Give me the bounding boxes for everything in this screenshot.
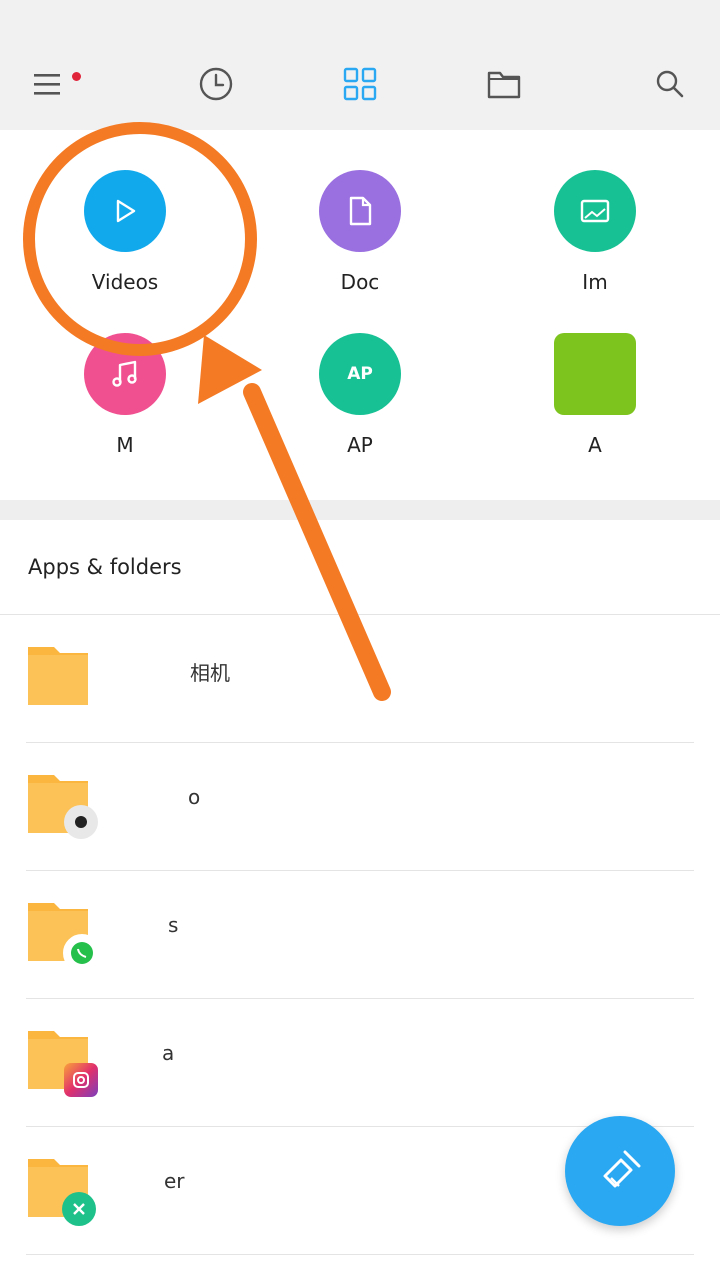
whatsapp-icon — [63, 934, 101, 972]
category-grid: Videos Doc Im M AP AP A — [0, 130, 720, 500]
music-icon — [112, 360, 137, 387]
folder-icon — [28, 647, 88, 705]
document-icon — [349, 196, 372, 226]
category-label: M — [116, 433, 134, 457]
tab-categories[interactable] — [332, 56, 388, 112]
play-icon — [116, 199, 136, 223]
apk-icon-text: AP — [347, 364, 373, 384]
category-documents[interactable]: Doc — [260, 170, 460, 294]
category-label: Doc — [340, 270, 380, 294]
folder-name: s — [168, 913, 179, 937]
archive-icon — [554, 333, 636, 415]
folder-name: 相机 — [190, 661, 230, 685]
folder-row[interactable]: a — [0, 999, 720, 1127]
categories-grid-icon — [343, 67, 377, 101]
category-videos[interactable]: Videos — [25, 170, 225, 294]
tab-recent[interactable] — [188, 56, 244, 112]
section-title: Apps & folders — [28, 555, 182, 579]
category-archives[interactable]: A — [495, 333, 695, 457]
clean-fab-button[interactable] — [565, 1116, 675, 1226]
category-apk[interactable]: AP AP — [260, 333, 460, 457]
brush-icon — [603, 1150, 641, 1188]
folder-row[interactable]: o — [0, 743, 720, 871]
folder-row[interactable]: s — [0, 871, 720, 999]
section-divider — [0, 500, 720, 520]
row-divider — [26, 1254, 694, 1255]
clean-icon — [62, 1192, 96, 1226]
category-music[interactable]: M — [25, 333, 225, 457]
apk-icon: AP — [319, 333, 401, 415]
tab-files[interactable] — [476, 56, 532, 112]
folder-row[interactable]: 相机 — [0, 615, 720, 743]
menu-icon — [34, 74, 60, 95]
folder-name: a — [162, 1041, 175, 1065]
menu-button[interactable] — [20, 56, 76, 112]
category-label: Videos — [91, 270, 159, 294]
search-button[interactable] — [642, 56, 698, 112]
instagram-icon — [64, 1063, 98, 1097]
documents-category-icon — [319, 170, 401, 252]
music-category-icon — [84, 333, 166, 415]
folder-name: er — [164, 1169, 185, 1193]
category-images[interactable]: Im — [495, 170, 695, 294]
search-icon — [656, 70, 684, 98]
camera-icon — [64, 805, 98, 839]
folder-icon — [487, 71, 521, 99]
videos-category-icon — [84, 170, 166, 252]
category-label: Im — [582, 270, 608, 294]
category-label: AP — [347, 433, 373, 457]
images-category-icon — [554, 170, 636, 252]
recent-clock-icon — [199, 67, 233, 101]
notification-dot — [72, 72, 81, 81]
folder-name: o — [188, 785, 201, 809]
top-toolbar — [0, 0, 720, 131]
image-icon — [580, 199, 610, 223]
category-label: A — [588, 433, 602, 457]
